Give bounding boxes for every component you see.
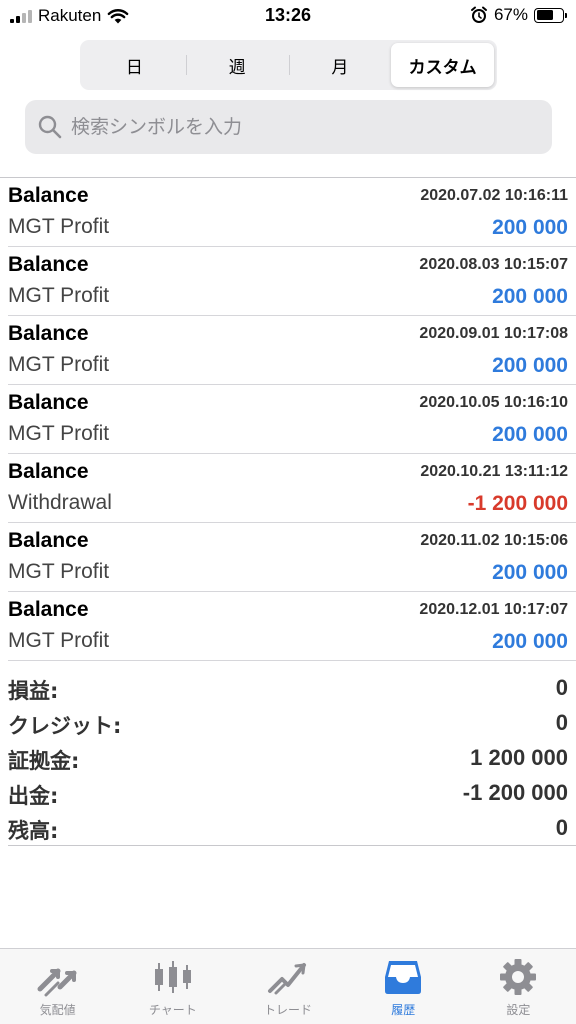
deal-amount: -1 200 000 <box>467 492 568 515</box>
summary-label: 証拠金: <box>8 749 80 773</box>
deal-type: Balance <box>8 460 89 483</box>
summary-deposit: 証拠金: 1 200 000 <box>8 742 568 777</box>
deal-row[interactable]: Balance 2020.07.02 10:16:11 MGT Profit 2… <box>8 178 576 247</box>
summary-label: 出金: <box>8 784 59 808</box>
deal-time: 2020.08.03 10:15:07 <box>419 256 568 273</box>
tab-history[interactable]: 履歴 <box>346 949 461 1024</box>
deal-comment: Withdrawal <box>8 491 112 514</box>
trade-icon <box>268 963 306 995</box>
summary-value: 1 200 000 <box>470 745 568 770</box>
history-list: Balance 2020.07.02 10:16:11 MGT Profit 2… <box>0 178 576 661</box>
tab-custom[interactable]: カスタム <box>391 43 494 87</box>
deal-type: Balance <box>8 598 89 621</box>
deal-time: 2020.10.05 10:16:10 <box>419 394 568 411</box>
search-input[interactable] <box>71 116 531 138</box>
status-bar: Rakuten 13:26 67% <box>0 0 576 34</box>
chart-icon <box>154 961 191 993</box>
deal-row[interactable]: Balance 2020.10.21 13:11:12 Withdrawal -… <box>8 454 576 523</box>
deal-row[interactable]: Balance 2020.12.01 10:17:07 MGT Profit 2… <box>8 592 576 661</box>
deal-time: 2020.10.21 13:11:12 <box>420 463 568 480</box>
deal-row[interactable]: Balance 2020.08.03 10:15:07 MGT Profit 2… <box>8 247 576 316</box>
bottom-tab-bar: 気配値 チャート トレード 履歴 設定 <box>0 948 576 1024</box>
deal-row[interactable]: Balance 2020.10.05 10:16:10 MGT Profit 2… <box>8 385 576 454</box>
alarm-clock-icon <box>470 6 487 23</box>
summary-label: 残高: <box>8 819 59 843</box>
history-summary: 損益: 0 クレジット: 0 証拠金: 1 200 000 出金: -1 200… <box>8 672 568 847</box>
deal-comment: MGT Profit <box>8 560 110 583</box>
tab-label: 履歴 <box>391 1003 416 1017</box>
tab-day[interactable]: 日 <box>83 43 186 87</box>
deal-amount: 200 000 <box>492 423 568 446</box>
tab-month[interactable]: 月 <box>288 43 392 87</box>
summary-value: -1 200 000 <box>462 780 568 805</box>
divider <box>8 845 576 846</box>
deal-type: Balance <box>8 184 89 207</box>
battery-percent: 67% <box>493 5 528 24</box>
deal-amount: 200 000 <box>492 285 568 308</box>
deal-comment: MGT Profit <box>8 629 110 652</box>
tab-label: トレード <box>264 1003 313 1017</box>
tab-trade[interactable]: トレード <box>230 949 345 1024</box>
tab-label: 気配値 <box>39 1003 76 1017</box>
deal-time: 2020.12.01 10:17:07 <box>419 601 568 618</box>
tab-label: チャート <box>148 1003 197 1017</box>
tab-settings[interactable]: 設定 <box>461 949 576 1024</box>
summary-credit: クレジット: 0 <box>8 707 568 742</box>
deal-amount: 200 000 <box>492 561 568 584</box>
deal-comment: MGT Profit <box>8 422 110 445</box>
summary-value: 0 <box>555 815 568 840</box>
tab-quotes[interactable]: 気配値 <box>0 949 115 1024</box>
deal-type: Balance <box>8 529 89 552</box>
quotes-icon <box>37 968 77 997</box>
deal-row[interactable]: Balance 2020.11.02 10:15:06 MGT Profit 2… <box>8 523 576 592</box>
deal-comment: MGT Profit <box>8 353 110 376</box>
search-bar[interactable] <box>25 100 552 154</box>
tab-label: 設定 <box>506 1003 531 1017</box>
summary-balance: 残高: 0 <box>8 812 568 847</box>
deal-amount: 200 000 <box>492 354 568 377</box>
settings-icon <box>500 959 537 995</box>
deal-type: Balance <box>8 253 89 276</box>
deal-time: 2020.07.02 10:16:11 <box>420 187 568 204</box>
history-icon <box>385 961 422 994</box>
tab-chart[interactable]: チャート <box>115 949 230 1024</box>
tab-week[interactable]: 週 <box>185 43 289 87</box>
summary-profit: 損益: 0 <box>8 672 568 707</box>
deal-comment: MGT Profit <box>8 215 110 238</box>
battery-icon <box>534 7 567 23</box>
deal-time: 2020.09.01 10:17:08 <box>419 325 568 342</box>
summary-withdrawal: 出金: -1 200 000 <box>8 777 568 812</box>
deal-amount: 200 000 <box>492 216 568 239</box>
deal-type: Balance <box>8 322 89 345</box>
search-icon <box>38 115 62 139</box>
status-right: 67% <box>470 5 567 25</box>
deal-amount: 200 000 <box>492 630 568 653</box>
period-segmented-control: 日 週 月 カスタム <box>80 40 497 90</box>
deal-type: Balance <box>8 391 89 414</box>
summary-value: 0 <box>555 675 568 700</box>
summary-label: 損益: <box>8 679 59 703</box>
summary-value: 0 <box>555 710 568 735</box>
deal-comment: MGT Profit <box>8 284 110 307</box>
deal-row[interactable]: Balance 2020.09.01 10:17:08 MGT Profit 2… <box>8 316 576 385</box>
deal-time: 2020.11.02 10:15:06 <box>420 532 568 549</box>
summary-label: クレジット: <box>8 714 122 738</box>
battery-fill <box>536 10 554 20</box>
